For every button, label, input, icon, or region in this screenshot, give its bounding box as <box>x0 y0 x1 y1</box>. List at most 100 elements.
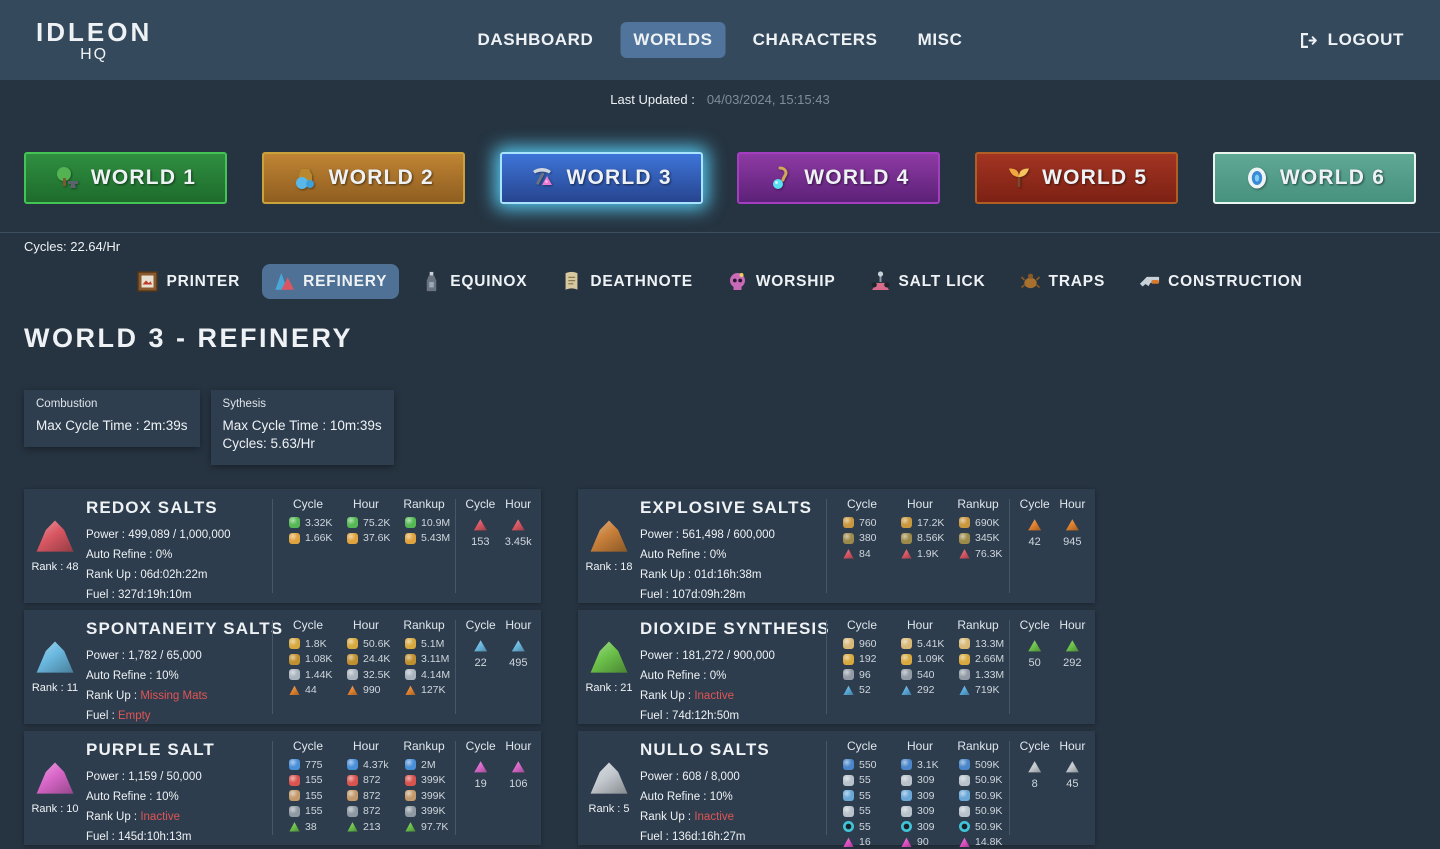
stat-label: Rank Up : <box>640 690 694 702</box>
salt-rank: Rank : 5 <box>589 803 630 815</box>
grey-bug-icon <box>347 669 358 680</box>
red-salt-icon <box>473 518 487 531</box>
mushroom-icon <box>289 790 300 801</box>
cost-cell: 50.6K <box>337 638 390 650</box>
logout-icon <box>1299 32 1318 49</box>
cost-cell: 16 <box>833 836 871 848</box>
twig-icon <box>843 533 854 544</box>
grey-fish-icon <box>843 775 854 786</box>
world-4-button[interactable]: WORLD 4 <box>737 152 940 204</box>
output-column-cycle: Cycle153 <box>465 497 495 603</box>
spontaneity-salts-salt-icon <box>35 640 75 675</box>
cost-header: Cycle <box>293 739 323 753</box>
cost-value: 55 <box>859 821 871 833</box>
cost-cell: 399K <box>395 805 446 817</box>
cost-column-rankup: Rankup10.9M5.43M <box>395 497 453 603</box>
cost-cell: 192 <box>833 653 877 665</box>
cost-cell: 509K <box>949 759 1000 771</box>
tab-construction[interactable]: CONSTRUCTION <box>1127 264 1314 299</box>
world-3-label: WORLD 3 <box>566 166 671 190</box>
world-3-button[interactable]: WORLD 3 <box>500 152 703 204</box>
cost-cell: 24.4K <box>337 653 390 665</box>
stat-value: 10% <box>156 670 179 682</box>
gold-nugget-icon <box>289 533 300 544</box>
cost-cell: 1.66K <box>279 532 332 544</box>
stat-rank-up: Rank Up : Inactive <box>640 807 826 827</box>
salt-icon-column: Rank : 18 <box>578 489 640 603</box>
cost-column-hour: Hour5.41K1.09K540292 <box>891 618 949 724</box>
cyan-eye-icon <box>843 821 854 832</box>
gold-pouch-icon <box>843 654 854 665</box>
nav-item-characters[interactable]: CHARACTERS <box>740 22 891 58</box>
output-value: 495 <box>509 657 527 669</box>
cost-value: 309 <box>917 821 935 833</box>
cost-column-cycle: Cycle5505555555516 <box>833 739 891 845</box>
cost-value: 1.33M <box>975 669 1004 681</box>
nav-item-misc[interactable]: MISC <box>905 22 976 58</box>
world-3-pickaxe-salt-icon <box>530 165 556 191</box>
cost-cell: 50.9K <box>949 774 1002 786</box>
stat-label: Fuel : <box>86 710 118 722</box>
tab-equinox[interactable]: EQUINOX <box>409 264 539 299</box>
cost-value: 872 <box>363 774 381 786</box>
cost-header: Hour <box>907 497 933 511</box>
stat-label: Auto Refine : <box>640 791 710 803</box>
green-salt-icon <box>347 821 358 832</box>
cost-value: 775 <box>305 759 323 771</box>
output-value: 106 <box>509 778 527 790</box>
output-value: 153 <box>471 536 489 548</box>
salt-card-dioxide-synthesis: Rank : 21DIOXIDE SYNTHESISPower : 181,27… <box>578 610 1095 724</box>
cost-column-hour: Hour75.2K37.6K <box>337 497 395 603</box>
salt-card-purple-salt: Rank : 10PURPLE SALTPower : 1,159 / 50,0… <box>24 731 541 845</box>
stat-value: 01d:16h:38m <box>694 569 761 581</box>
stat-label: Rank Up : <box>86 690 140 702</box>
stat-value: 145d:10h:13m <box>118 831 192 843</box>
nav-item-worlds[interactable]: WORLDS <box>620 22 725 58</box>
world-6-button[interactable]: WORLD 6 <box>1213 152 1416 204</box>
cost-cell: 990 <box>337 684 381 696</box>
tab-deathnote[interactable]: DEATHNOTE <box>549 264 705 299</box>
world-2-button[interactable]: WORLD 2 <box>262 152 465 204</box>
cost-value: 155 <box>305 805 323 817</box>
output-header: Cycle <box>1020 739 1050 753</box>
cost-cell: 4.37k <box>337 759 389 771</box>
salt-icon-column: Rank : 21 <box>578 610 640 724</box>
salt-info: SPONTANEITY SALTSPower : 1,782 / 65,000A… <box>86 610 272 724</box>
cost-value: 3.32K <box>305 517 332 529</box>
cost-value: 155 <box>305 774 323 786</box>
dough-ball-icon <box>959 638 970 649</box>
stat-fuel: Fuel : 136d:16h:27m <box>640 827 826 847</box>
cost-value: 399K <box>421 805 446 817</box>
tab-refinery[interactable]: REFINERY <box>262 264 399 299</box>
tab-traps[interactable]: TRAPS <box>1008 264 1118 299</box>
tab-salt-lick[interactable]: SALT LICK <box>858 264 998 299</box>
cost-cell: 775 <box>279 759 323 771</box>
output-table: Cycle42Hour945 <box>1010 489 1095 603</box>
cost-table: Cycle5505555555516Hour3.1K30930930930990… <box>827 731 1009 845</box>
cost-cell: 50.9K <box>949 790 1002 802</box>
orange-salt-icon <box>347 685 358 696</box>
gold-key-icon <box>289 654 300 665</box>
cost-column-hour: Hour17.2K8.56K1.9K <box>891 497 949 603</box>
tab-printer[interactable]: PRINTER <box>125 264 252 299</box>
output-header: Cycle <box>466 618 496 632</box>
tab-worship[interactable]: WORSHIP <box>715 264 848 299</box>
cost-value: 50.9K <box>975 821 1002 833</box>
world3-tabs: PRINTER REFINERY EQUINOX DEATHNOTE WORSHIP SA… <box>0 264 1440 299</box>
cost-value: 38 <box>305 821 317 833</box>
nav-item-dashboard[interactable]: DASHBOARD <box>465 22 607 58</box>
world-5-button[interactable]: WORLD 5 <box>975 152 1178 204</box>
stat-auto-refine: Auto Refine : 0% <box>640 666 826 686</box>
world-4-galaxy-ladle-icon <box>768 165 794 191</box>
world-6-portal-icon <box>1244 165 1270 191</box>
stat-label: Power : <box>640 529 682 541</box>
logout-button[interactable]: LOGOUT <box>1299 30 1404 50</box>
main-nav: DASHBOARD WORLDS CHARACTERS MISC <box>465 22 976 58</box>
salt-name: DIOXIDE SYNTHESIS <box>640 619 826 639</box>
blue-shell-icon <box>347 759 358 770</box>
salt-card-redox-salts: Rank : 48REDOX SALTSPower : 499,089 / 1,… <box>24 489 541 603</box>
logo-subtitle: HQ <box>80 46 108 64</box>
output-value: 3.45k <box>505 536 532 548</box>
cost-header: Hour <box>353 618 379 632</box>
world-1-button[interactable]: WORLD 1 <box>24 152 227 204</box>
